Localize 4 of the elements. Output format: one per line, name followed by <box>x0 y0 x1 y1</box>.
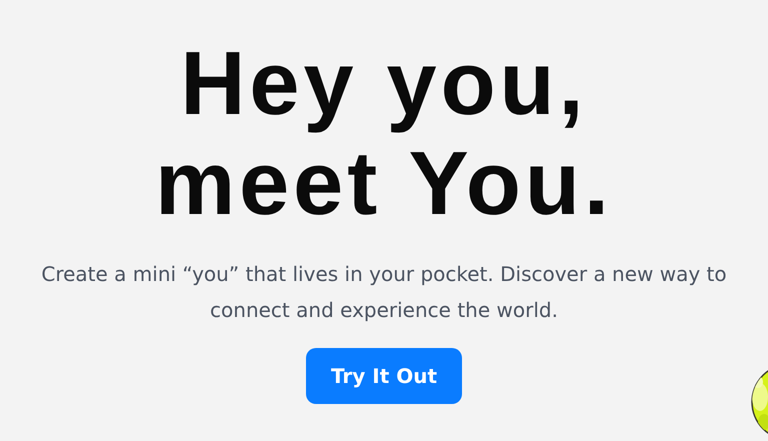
headline: meet You. <box>155 134 613 234</box>
try-it-out-button[interactable]: Try It Out <box>306 348 462 404</box>
headline: Hey you, <box>180 34 588 134</box>
description: Create a mini “you” that lives in your pocket. Discover a new way to connect and experience the world. <box>40 261 728 324</box>
